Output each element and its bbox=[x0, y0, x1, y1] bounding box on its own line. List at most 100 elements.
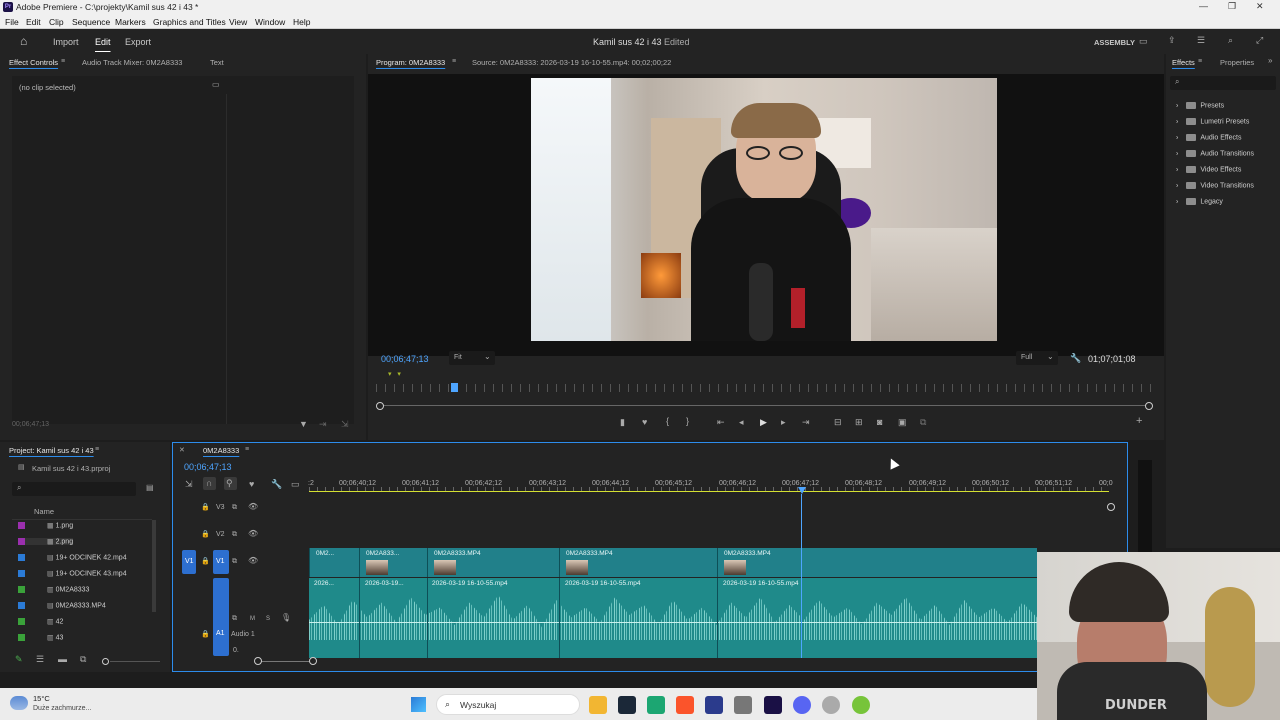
effects-menu-icon[interactable]: ≡ bbox=[1198, 58, 1202, 65]
timeline-menu-icon[interactable]: ≡ bbox=[245, 446, 249, 453]
workspace-label[interactable]: ASSEMBLY bbox=[1094, 38, 1135, 47]
fx-video-effects[interactable]: › Video Effects bbox=[1176, 166, 1241, 173]
linked-selection-button[interactable]: ⚲ bbox=[224, 477, 237, 490]
zoom-slider[interactable] bbox=[110, 661, 160, 662]
discord-icon[interactable] bbox=[793, 696, 811, 714]
project-item[interactable]: ▤ 19+ ODCINEK 43.mp4 bbox=[18, 570, 127, 577]
tab-properties[interactable]: Properties bbox=[1220, 58, 1254, 67]
weather-temp[interactable]: 15°C bbox=[33, 694, 50, 703]
menu-view[interactable]: View bbox=[229, 17, 247, 27]
more-icon[interactable]: » bbox=[1268, 57, 1272, 65]
track-a1[interactable]: A1 bbox=[213, 578, 229, 656]
project-item[interactable]: ▥ 0M2A8333 bbox=[18, 586, 89, 593]
track-v1[interactable]: V1 bbox=[213, 550, 229, 574]
icon-view-icon[interactable]: ▬ bbox=[58, 655, 67, 664]
column-name[interactable]: Name bbox=[34, 507, 54, 516]
timeline-timecode[interactable]: 00;06;47;13 bbox=[184, 462, 232, 472]
captions-icon[interactable]: ▭ bbox=[291, 480, 300, 489]
video-clip[interactable]: 0M2A833... bbox=[359, 548, 427, 577]
fx-audio-transitions[interactable]: › Audio Transitions bbox=[1176, 150, 1254, 157]
new-bin-icon[interactable]: ▤ bbox=[146, 484, 154, 492]
timeline-zoom-handle[interactable] bbox=[254, 657, 262, 665]
tab-project[interactable]: Project: Kamil sus 42 i 43 bbox=[9, 446, 94, 455]
track-volume[interactable]: 0. bbox=[233, 647, 239, 654]
effects-search[interactable]: ⌕ bbox=[1170, 76, 1276, 90]
mark-out-icon[interactable]: } bbox=[686, 417, 689, 426]
share-icon[interactable]: ⇪ bbox=[1168, 36, 1176, 45]
lock-icon[interactable]: 🔒 bbox=[201, 504, 210, 511]
nest-icon[interactable]: ⇲ bbox=[185, 480, 193, 489]
project-item[interactable]: ▦ 1.png bbox=[18, 522, 73, 529]
add-button-icon[interactable]: + bbox=[1136, 416, 1142, 427]
windows-start-icon[interactable] bbox=[411, 697, 426, 712]
freeform-view-icon[interactable]: ⧉ bbox=[80, 655, 86, 664]
fit-dropdown[interactable]: Fit ⌄ bbox=[449, 351, 495, 365]
premiere-taskbar-icon[interactable] bbox=[764, 696, 782, 714]
video-clip[interactable]: 0M2A8333.MP4 bbox=[559, 548, 717, 577]
audio-clip-label[interactable]: 2026-03-19 16-10-55.mp4 bbox=[723, 580, 799, 587]
video-clip[interactable]: 0M2A8333.MP4 bbox=[717, 548, 1037, 577]
timeline-playhead-line[interactable] bbox=[801, 494, 802, 658]
sync-lock-icon[interactable]: ⧉ bbox=[232, 558, 237, 565]
fx-lumetri[interactable]: › Lumetri Presets bbox=[1176, 118, 1249, 125]
audio-clip-label[interactable]: 2026... bbox=[314, 580, 334, 587]
app-icon[interactable] bbox=[822, 696, 840, 714]
source-info[interactable]: Source: 0M2A8333: 2026-03-19 16-10-55.mp… bbox=[472, 58, 671, 67]
file-explorer-icon[interactable] bbox=[589, 696, 607, 714]
sync-lock-icon[interactable]: ⧉ bbox=[232, 531, 237, 538]
menu-file[interactable]: File bbox=[5, 17, 19, 27]
nav-import[interactable]: Import bbox=[53, 37, 79, 47]
extract-icon[interactable]: ⊞ bbox=[855, 418, 863, 427]
timeline-toggle-icon[interactable]: ▭ bbox=[212, 81, 220, 89]
settings-icon[interactable]: 🔧 bbox=[271, 480, 282, 489]
zoom-bar[interactable] bbox=[380, 405, 1150, 406]
tab-text[interactable]: Text bbox=[210, 58, 224, 67]
steam-icon[interactable] bbox=[618, 696, 636, 714]
menu-markers[interactable]: Markers bbox=[115, 17, 146, 27]
mark-in-icon[interactable]: { bbox=[666, 417, 669, 426]
weather-desc[interactable]: Duże zachmurze... bbox=[33, 705, 91, 712]
lift-icon[interactable]: ⊟ bbox=[834, 418, 842, 427]
audio-clip-label[interactable]: 2026-03-19 16-10-55.mp4 bbox=[565, 580, 641, 587]
vertical-zoom-handle[interactable] bbox=[1107, 503, 1115, 511]
workspaces-icon[interactable]: ▭ bbox=[1139, 37, 1148, 46]
nav-export[interactable]: Export bbox=[125, 37, 151, 47]
close-icon[interactable]: ✕ bbox=[1256, 1, 1264, 12]
tab-program[interactable]: Program: 0M2A8333 bbox=[376, 58, 445, 67]
pencil-icon[interactable]: ✎ bbox=[15, 655, 23, 664]
step-back-icon[interactable]: ◂ bbox=[739, 418, 744, 427]
fx-audio-effects[interactable]: › Audio Effects bbox=[1176, 134, 1241, 141]
menu-window[interactable]: Window bbox=[255, 17, 285, 27]
tab-audio-mixer[interactable]: Audio Track Mixer: 0M2A8333 bbox=[82, 58, 182, 67]
project-item[interactable]: ▦ 2.png bbox=[18, 538, 74, 546]
export-icon[interactable]: ⇲ bbox=[341, 420, 349, 429]
source-patch-v1[interactable]: V1 bbox=[182, 550, 196, 574]
play-audio-icon[interactable]: ⇥ bbox=[319, 420, 327, 429]
notifications-icon[interactable]: ☰ bbox=[1197, 36, 1205, 45]
eye-icon[interactable]: 👁 bbox=[248, 503, 258, 511]
weather-icon[interactable] bbox=[10, 696, 28, 710]
nav-edit[interactable]: Edit bbox=[95, 37, 111, 47]
project-item[interactable]: ▤ 19+ ODCINEK 42.mp4 bbox=[18, 554, 127, 561]
marker-icon[interactable]: ▾ ▾ bbox=[388, 370, 401, 378]
zoom-slider-handle[interactable] bbox=[102, 658, 109, 665]
home-icon[interactable]: ⌂ bbox=[20, 35, 27, 47]
sync-lock-icon[interactable]: ⧉ bbox=[232, 504, 237, 511]
quality-dropdown[interactable]: Full ⌄ bbox=[1016, 351, 1058, 365]
timeline-zoom-handle[interactable] bbox=[309, 657, 317, 665]
panel-menu-icon[interactable]: ≡ bbox=[61, 58, 65, 65]
snap-button[interactable]: ∩ bbox=[203, 477, 216, 490]
lock-icon[interactable]: 🔒 bbox=[201, 531, 210, 538]
camera-icon[interactable]: ◙ bbox=[877, 418, 882, 427]
sync-lock-icon[interactable]: ⧉ bbox=[232, 615, 237, 622]
proxy-icon[interactable]: ⧉ bbox=[920, 418, 926, 427]
volume-rubberband[interactable] bbox=[309, 622, 1037, 623]
menu-graphics[interactable]: Graphics and Titles bbox=[153, 17, 226, 27]
zoom-handle-right[interactable] bbox=[1145, 402, 1153, 410]
tab-effects[interactable]: Effects bbox=[1172, 58, 1195, 67]
taskbar-search[interactable]: ⌕ Wyszukaj bbox=[436, 694, 580, 715]
fx-presets[interactable]: › Presets bbox=[1176, 102, 1224, 109]
settings-icon[interactable] bbox=[734, 696, 752, 714]
add-marker-icon[interactable]: ♥ bbox=[249, 480, 254, 489]
menu-edit[interactable]: Edit bbox=[26, 17, 41, 27]
